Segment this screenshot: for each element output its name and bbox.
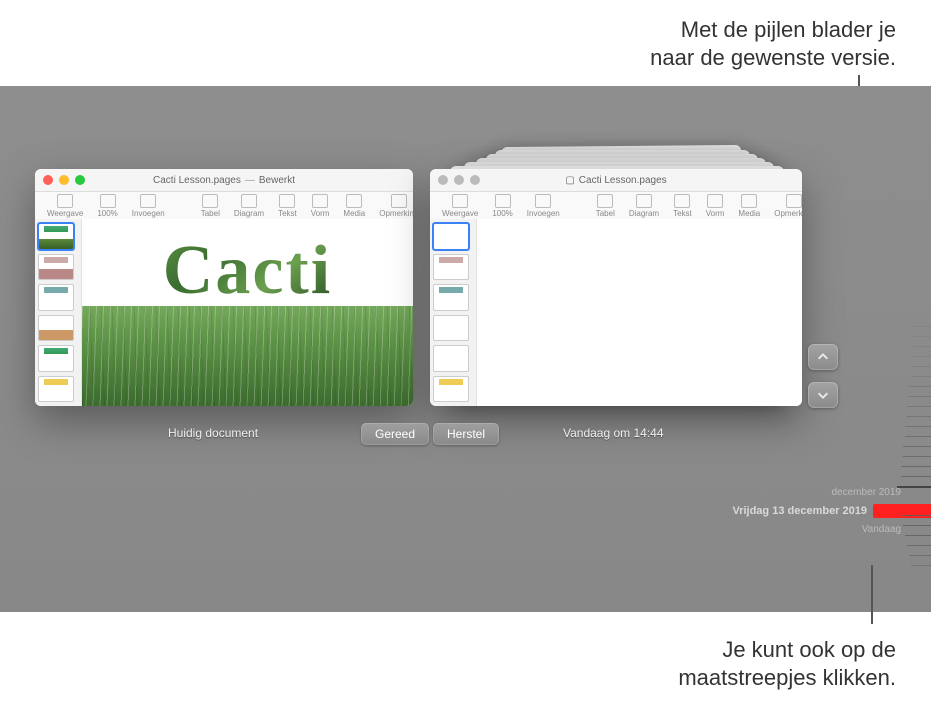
window-title: Cacti Lesson.pages — [153, 175, 241, 186]
toolbar-item[interactable]: Tekst — [278, 194, 297, 218]
toolbar-item[interactable]: 100% — [97, 194, 117, 218]
toolbar-item: Tabel — [596, 194, 615, 218]
page-thumbnail[interactable] — [38, 254, 74, 281]
window-title-suffix: Bewerkt — [259, 175, 295, 186]
version-timeline[interactable]: december 2019 Vrijdag 13 december 2019 V… — [861, 326, 931, 575]
chevron-up-icon — [816, 350, 830, 364]
toolbar-item[interactable]: Diagram — [234, 194, 264, 218]
next-version-button[interactable] — [808, 382, 838, 408]
timeline-month-label: december 2019 — [832, 487, 902, 498]
document-heading: Cacti — [82, 219, 413, 311]
page-thumbnails[interactable] — [35, 219, 82, 406]
toolbar-item[interactable]: Vorm — [311, 194, 330, 218]
document-canvas: Cacti A Prickle Free Lesson — [82, 219, 413, 406]
leader-line — [871, 565, 873, 624]
version-timestamp: Vandaag om 14:44 — [563, 426, 664, 440]
document-hero-image — [82, 306, 413, 406]
page-thumbnail — [433, 223, 469, 250]
pages-toolbar: Weergave 100% Invoegen Tabel Diagram Tek… — [35, 192, 413, 221]
toolbar-item[interactable]: Media — [343, 194, 365, 218]
page-thumbnail — [433, 284, 469, 311]
callout-arrows: Met de pijlen blader je naar de gewenste… — [650, 16, 896, 71]
toolbar-item: Opmerking — [774, 194, 802, 218]
page-thumbnail[interactable] — [38, 376, 74, 403]
previous-version-button[interactable] — [808, 344, 838, 370]
callout-ticks: Je kunt ook op de maatstreepjes klikken. — [678, 636, 896, 691]
window-controls — [438, 175, 480, 185]
close-icon[interactable] — [43, 175, 53, 185]
toolbar-item: Tekst — [673, 194, 692, 218]
zoom-icon[interactable] — [75, 175, 85, 185]
callout-line: maatstreepjes klikken. — [678, 664, 896, 692]
toolbar-item: Diagram — [629, 194, 659, 218]
toolbar-item: Invoegen — [527, 194, 560, 218]
pages-toolbar: Weergave 100% Invoegen Tabel Diagram Tek… — [430, 192, 802, 221]
window-title: Cacti Lesson.pages — [579, 175, 667, 186]
document-canvas — [477, 219, 802, 406]
page-thumbnail[interactable] — [38, 315, 74, 342]
toolbar-item: Media — [738, 194, 760, 218]
toolbar-item: Vorm — [706, 194, 725, 218]
page-thumbnail[interactable] — [38, 284, 74, 311]
callout-line: Je kunt ook op de — [678, 636, 896, 664]
document-icon: ▢ — [565, 175, 574, 186]
page-thumbnails — [430, 219, 477, 406]
current-document-window: Cacti Lesson.pages — Bewerkt Weergave 10… — [35, 169, 413, 406]
page-thumbnail — [433, 254, 469, 281]
page-thumbnail[interactable] — [38, 223, 74, 250]
current-caption: Huidig document — [168, 426, 258, 440]
toolbar-item[interactable]: Opmerking — [379, 194, 413, 218]
page-thumbnail — [433, 315, 469, 342]
minimize-icon[interactable] — [59, 175, 69, 185]
page-thumbnail — [433, 345, 469, 372]
callout-line: naar de gewenste versie. — [650, 44, 896, 72]
done-button[interactable]: Gereed — [361, 423, 429, 445]
version-window[interactable]: ▢ Cacti Lesson.pages Weergave 100% Invoe… — [430, 169, 802, 406]
close-icon — [438, 175, 448, 185]
chevron-down-icon — [816, 388, 830, 402]
callout-line: Met de pijlen blader je — [650, 16, 896, 44]
window-controls — [43, 175, 85, 185]
toolbar-item[interactable]: Invoegen — [132, 194, 165, 218]
timeline-today-label: Vandaag — [862, 524, 901, 535]
page-thumbnail — [433, 376, 469, 403]
toolbar-item: 100% — [492, 194, 512, 218]
zoom-icon — [470, 175, 480, 185]
restore-button[interactable]: Herstel — [433, 423, 499, 445]
toolbar-item[interactable]: Weergave — [47, 194, 83, 218]
page-thumbnail[interactable] — [38, 345, 74, 372]
versions-stage: Cacti Lesson.pages — Bewerkt Weergave 10… — [0, 86, 931, 612]
minimize-icon — [454, 175, 464, 185]
toolbar-item: Weergave — [442, 194, 478, 218]
window-titlebar: Cacti Lesson.pages — Bewerkt — [35, 169, 413, 192]
timeline-selected-label: Vrijdag 13 december 2019 — [732, 505, 867, 517]
toolbar-item[interactable]: Tabel — [201, 194, 220, 218]
window-titlebar: ▢ Cacti Lesson.pages — [430, 169, 802, 192]
